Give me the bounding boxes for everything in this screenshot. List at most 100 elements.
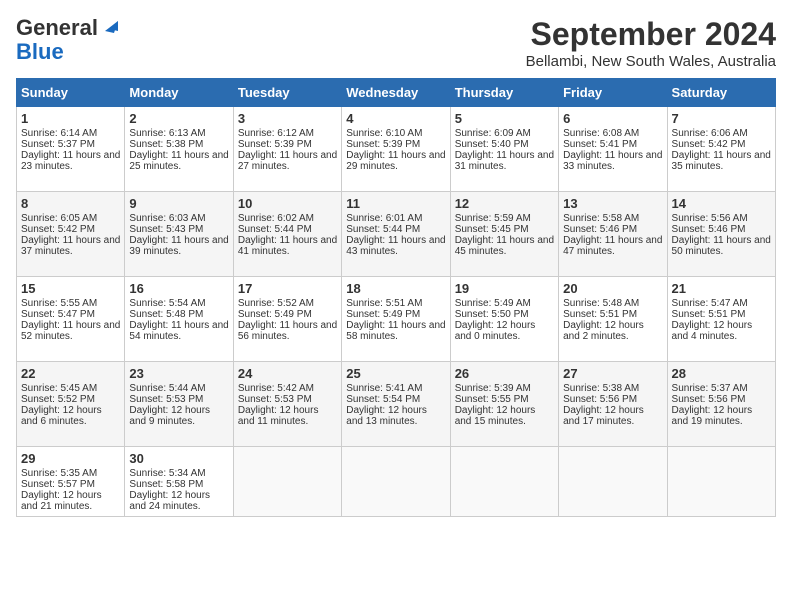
- daylight-text: Daylight: 11 hours and 35 minutes.: [672, 150, 771, 172]
- calendar-cell: 8Sunrise: 6:05 AMSunset: 5:42 PMDaylight…: [17, 192, 125, 277]
- sunset-text: Sunset: 5:54 PM: [346, 394, 420, 405]
- day-number: 24: [238, 366, 337, 381]
- sunrise-text: Sunrise: 5:38 AM: [563, 383, 639, 394]
- calendar-cell: 11Sunrise: 6:01 AMSunset: 5:44 PMDayligh…: [342, 192, 450, 277]
- header-saturday: Saturday: [667, 79, 775, 107]
- sunset-text: Sunset: 5:38 PM: [129, 139, 203, 150]
- calendar-cell: 22Sunrise: 5:45 AMSunset: 5:52 PMDayligh…: [17, 362, 125, 447]
- sunset-text: Sunset: 5:49 PM: [346, 309, 420, 320]
- daylight-text: Daylight: 11 hours and 47 minutes.: [563, 235, 662, 257]
- calendar-week-2: 8Sunrise: 6:05 AMSunset: 5:42 PMDaylight…: [17, 192, 776, 277]
- calendar-cell: 15Sunrise: 5:55 AMSunset: 5:47 PMDayligh…: [17, 277, 125, 362]
- day-number: 11: [346, 196, 445, 211]
- logo: General Blue: [16, 16, 118, 64]
- daylight-text: Daylight: 11 hours and 43 minutes.: [346, 235, 445, 257]
- calendar-week-5: 29Sunrise: 5:35 AMSunset: 5:57 PMDayligh…: [17, 447, 776, 517]
- calendar-cell: 26Sunrise: 5:39 AMSunset: 5:55 PMDayligh…: [450, 362, 558, 447]
- sunset-text: Sunset: 5:56 PM: [672, 394, 746, 405]
- sunset-text: Sunset: 5:51 PM: [672, 309, 746, 320]
- day-number: 14: [672, 196, 771, 211]
- daylight-text: Daylight: 11 hours and 56 minutes.: [238, 320, 337, 342]
- sunset-text: Sunset: 5:53 PM: [238, 394, 312, 405]
- calendar-cell: [667, 447, 775, 517]
- calendar-cell: 14 Sunrise: 5:56 AMSunset: 5:46 PMDayligh…: [667, 192, 775, 277]
- sunrise-text: Sunrise: 5:52 AM: [238, 298, 314, 309]
- sunset-text: Sunset: 5:47 PM: [21, 309, 95, 320]
- daylight-text: Daylight: 12 hours and 9 minutes.: [129, 405, 210, 427]
- sunrise-text: Sunrise: 5:54 AM: [129, 298, 205, 309]
- sunset-text: Sunset: 5:41 PM: [563, 139, 637, 150]
- calendar-cell: 27Sunrise: 5:38 AMSunset: 5:56 PMDayligh…: [559, 362, 667, 447]
- sunset-text: Sunset: 5:56 PM: [563, 394, 637, 405]
- sunset-text: Sunset: 5:46 PM: [672, 224, 746, 235]
- header-wednesday: Wednesday: [342, 79, 450, 107]
- calendar-cell: 30Sunrise: 5:34 AMSunset: 5:58 PMDayligh…: [125, 447, 233, 517]
- daylight-text: Daylight: 12 hours and 2 minutes.: [563, 320, 644, 342]
- sunrise-text: Sunrise: 5:41 AM: [346, 383, 422, 394]
- sunset-text: Sunset: 5:42 PM: [21, 224, 95, 235]
- sunset-text: Sunset: 5:39 PM: [238, 139, 312, 150]
- day-number: 3: [238, 111, 337, 126]
- daylight-text: Daylight: 11 hours and 52 minutes.: [21, 320, 120, 342]
- sunset-text: Sunset: 5:40 PM: [455, 139, 529, 150]
- calendar-week-3: 15Sunrise: 5:55 AMSunset: 5:47 PMDayligh…: [17, 277, 776, 362]
- sunrise-text: Sunrise: 6:14 AM: [21, 128, 97, 139]
- calendar-cell: 24Sunrise: 5:42 AMSunset: 5:53 PMDayligh…: [233, 362, 341, 447]
- sunset-text: Sunset: 5:48 PM: [129, 309, 203, 320]
- sunrise-text: Sunrise: 5:58 AM: [563, 213, 639, 224]
- day-number: 18: [346, 281, 445, 296]
- daylight-text: Daylight: 11 hours and 23 minutes.: [21, 150, 120, 172]
- day-number: 6: [563, 111, 662, 126]
- sunrise-text: Sunrise: 5:56 AM: [672, 213, 748, 224]
- day-number: 8: [21, 196, 120, 211]
- daylight-text: Daylight: 11 hours and 27 minutes.: [238, 150, 337, 172]
- day-number: 20: [563, 281, 662, 296]
- day-number: 29: [21, 451, 120, 466]
- sunset-text: Sunset: 5:51 PM: [563, 309, 637, 320]
- sunrise-text: Sunrise: 5:39 AM: [455, 383, 531, 394]
- daylight-text: Daylight: 11 hours and 41 minutes.: [238, 235, 337, 257]
- daylight-text: Daylight: 11 hours and 45 minutes.: [455, 235, 554, 257]
- daylight-text: Daylight: 12 hours and 24 minutes.: [129, 490, 210, 512]
- calendar-cell: [559, 447, 667, 517]
- day-number: 10: [238, 196, 337, 211]
- header-sunday: Sunday: [17, 79, 125, 107]
- day-number: 26: [455, 366, 554, 381]
- sunrise-text: Sunrise: 5:45 AM: [21, 383, 97, 394]
- daylight-text: Daylight: 11 hours and 33 minutes.: [563, 150, 662, 172]
- day-number: 22: [21, 366, 120, 381]
- sunrise-text: Sunrise: 6:02 AM: [238, 213, 314, 224]
- calendar-cell: [450, 447, 558, 517]
- daylight-text: Daylight: 11 hours and 39 minutes.: [129, 235, 228, 257]
- sunrise-text: Sunrise: 6:13 AM: [129, 128, 205, 139]
- sunrise-text: Sunrise: 6:10 AM: [346, 128, 422, 139]
- sunset-text: Sunset: 5:37 PM: [21, 139, 95, 150]
- header-thursday: Thursday: [450, 79, 558, 107]
- calendar-cell: 2Sunrise: 6:13 AMSunset: 5:38 PMDaylight…: [125, 107, 233, 192]
- daylight-text: Daylight: 11 hours and 50 minutes.: [672, 235, 771, 257]
- daylight-text: Daylight: 12 hours and 11 minutes.: [238, 405, 319, 427]
- sunset-text: Sunset: 5:46 PM: [563, 224, 637, 235]
- day-number: 16: [129, 281, 228, 296]
- calendar-cell: 4Sunrise: 6:10 AMSunset: 5:39 PMDaylight…: [342, 107, 450, 192]
- sunrise-text: Sunrise: 5:47 AM: [672, 298, 748, 309]
- daylight-text: Daylight: 12 hours and 0 minutes.: [455, 320, 536, 342]
- day-number: 17: [238, 281, 337, 296]
- calendar-cell: 29Sunrise: 5:35 AMSunset: 5:57 PMDayligh…: [17, 447, 125, 517]
- day-number: 12: [455, 196, 554, 211]
- sunrise-text: Sunrise: 6:03 AM: [129, 213, 205, 224]
- page-header: General Blue September 2024 Bellambi, Ne…: [16, 16, 776, 70]
- day-number: 19: [455, 281, 554, 296]
- calendar-table: SundayMondayTuesdayWednesdayThursdayFrid…: [16, 78, 776, 517]
- calendar-cell: 16Sunrise: 5:54 AMSunset: 5:48 PMDayligh…: [125, 277, 233, 362]
- day-number: 21: [672, 281, 771, 296]
- day-number: 7: [672, 111, 771, 126]
- logo-blue: Blue: [16, 39, 64, 64]
- location-title: Bellambi, New South Wales, Australia: [526, 53, 776, 70]
- daylight-text: Daylight: 12 hours and 13 minutes.: [346, 405, 427, 427]
- calendar-week-4: 22Sunrise: 5:45 AMSunset: 5:52 PMDayligh…: [17, 362, 776, 447]
- daylight-text: Daylight: 11 hours and 29 minutes.: [346, 150, 445, 172]
- calendar-cell: 1Sunrise: 6:14 AMSunset: 5:37 PMDaylight…: [17, 107, 125, 192]
- sunset-text: Sunset: 5:45 PM: [455, 224, 529, 235]
- calendar-cell: 13Sunrise: 5:58 AMSunset: 5:46 PMDayligh…: [559, 192, 667, 277]
